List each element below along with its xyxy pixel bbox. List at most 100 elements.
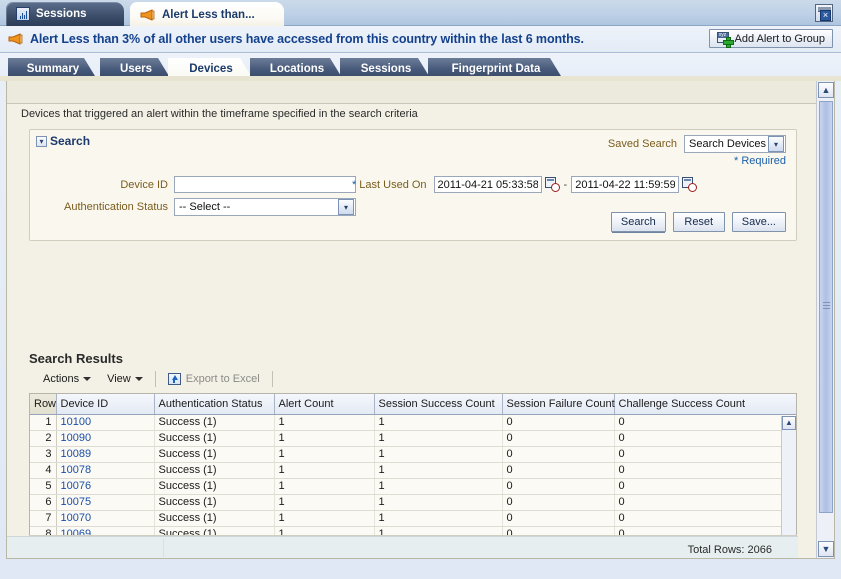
device-id-link[interactable]: 10090	[61, 432, 92, 444]
cell-auth-status: Success (1)	[154, 510, 274, 526]
table-row[interactable]: 310089Success (1)1100	[30, 446, 797, 462]
view-menu-label: View	[107, 373, 131, 385]
cell-row-number: 7	[30, 510, 56, 526]
column-header-session-failure[interactable]: Session Failure Count	[502, 394, 614, 414]
cell-alert-count: 1	[274, 494, 374, 510]
date-range-separator: -	[564, 179, 568, 191]
table-header-row: Row Device ID Authentication Status Aler…	[30, 394, 797, 414]
cell-row-number: 3	[30, 446, 56, 462]
cell-alert-count: 1	[274, 462, 374, 478]
search-button[interactable]: Search	[611, 212, 666, 232]
tab-label: Users	[120, 63, 152, 75]
column-header-auth-status[interactable]: Authentication Status	[154, 394, 274, 414]
cell-device-id[interactable]: 10089	[56, 446, 154, 462]
cell-device-id[interactable]: 10100	[56, 414, 154, 430]
table-row[interactable]: 610075Success (1)1100	[30, 494, 797, 510]
last-used-on-to-input[interactable]	[571, 176, 679, 193]
table-row[interactable]: 510076Success (1)1100	[30, 478, 797, 494]
table-row[interactable]: 210090Success (1)1100	[30, 430, 797, 446]
cell-session-success: 1	[374, 430, 502, 446]
device-id-label: Device ID	[30, 179, 168, 191]
authentication-status-dropdown[interactable]: -- Select -- ▾	[174, 198, 356, 216]
last-used-on-from-input[interactable]	[434, 176, 542, 193]
saved-search-value: Search Devices	[689, 138, 766, 150]
table-row[interactable]: 710070Success (1)1100	[30, 510, 797, 526]
cell-session-failure: 0	[502, 414, 614, 430]
divider	[7, 103, 816, 104]
cell-device-id[interactable]: 10078	[56, 462, 154, 478]
cell-device-id[interactable]: 10076	[56, 478, 154, 494]
device-id-input[interactable]	[174, 176, 356, 193]
alert-banner: Alert Less than 3% of all other users ha…	[0, 26, 841, 53]
chevron-down-icon[interactable]: ▾	[36, 136, 47, 147]
calendar-clock-icon[interactable]	[545, 177, 560, 192]
cell-auth-status: Success (1)	[154, 430, 274, 446]
cell-device-id[interactable]: 10075	[56, 494, 154, 510]
device-id-link[interactable]: 10070	[61, 512, 92, 524]
restore-window-icon[interactable]	[815, 4, 833, 22]
export-to-excel-label: Export to Excel	[186, 373, 260, 385]
search-panel-title: Search	[50, 134, 90, 148]
column-header-session-success[interactable]: Session Success Count	[374, 394, 502, 414]
cell-challenge-success: 0	[614, 478, 797, 494]
actions-menu-label: Actions	[43, 373, 79, 385]
save-button[interactable]: Save...	[732, 212, 786, 232]
actions-menu-button[interactable]: Actions	[35, 369, 99, 389]
cell-device-id[interactable]: 10070	[56, 510, 154, 526]
scroll-up-icon[interactable]: ▲	[782, 416, 796, 430]
last-used-on-field-row: * Last Used On -	[352, 176, 697, 193]
device-id-link[interactable]: 10075	[61, 496, 92, 508]
device-id-link[interactable]: 10078	[61, 464, 92, 476]
scroll-up-icon[interactable]: ▲	[818, 82, 834, 98]
tab-label: Locations	[270, 63, 324, 75]
cell-challenge-success: 0	[614, 510, 797, 526]
cell-session-failure: 0	[502, 446, 614, 462]
device-id-link[interactable]: 10076	[61, 480, 92, 492]
column-header-row[interactable]: Row	[30, 394, 56, 414]
cell-device-id[interactable]: 10090	[56, 430, 154, 446]
cell-session-failure: 0	[502, 478, 614, 494]
toolbar-divider	[155, 371, 156, 387]
results-table-container: Row Device ID Authentication Status Aler…	[29, 393, 797, 558]
table-row[interactable]: 410078Success (1)1100	[30, 462, 797, 478]
export-upload-icon	[168, 373, 182, 386]
column-header-challenge-success[interactable]: Challenge Success Count	[614, 394, 797, 414]
reset-button[interactable]: Reset	[673, 212, 725, 232]
application-window: Sessions Alert Less than... Alert Less t…	[0, 0, 841, 579]
column-header-alert-count[interactable]: Alert Count	[274, 394, 374, 414]
cell-auth-status: Success (1)	[154, 446, 274, 462]
results-toolbar: Actions View Export to Excel	[35, 369, 277, 389]
cell-session-success: 1	[374, 494, 502, 510]
tab-label: Summary	[27, 63, 79, 75]
scroll-down-icon[interactable]: ▼	[818, 541, 834, 557]
cell-alert-count: 1	[274, 478, 374, 494]
browser-tab-strip: Sessions Alert Less than...	[0, 0, 841, 26]
calendar-clock-icon[interactable]	[682, 177, 697, 192]
device-id-link[interactable]: 10100	[61, 416, 92, 428]
megaphone-icon	[140, 9, 156, 21]
content-vertical-scrollbar[interactable]: ▲ ▼	[816, 81, 834, 558]
tab-label: Devices	[189, 63, 232, 75]
device-id-field-row: Device ID	[30, 176, 360, 193]
cell-alert-count: 1	[274, 510, 374, 526]
export-to-excel-button[interactable]: Export to Excel	[160, 369, 268, 389]
table-row[interactable]: 110100Success (1)1100	[30, 414, 797, 430]
caret-down-icon	[83, 377, 91, 381]
vscroll-thumb[interactable]	[819, 101, 833, 513]
column-header-device-id[interactable]: Device ID	[56, 394, 154, 414]
add-alert-to-group-button[interactable]: Add Alert to Group	[709, 29, 834, 48]
browser-tab-alert[interactable]: Alert Less than...	[130, 2, 284, 26]
megaphone-icon	[8, 33, 24, 45]
saved-search-dropdown[interactable]: Search Devices ▾	[684, 135, 786, 153]
document-chart-icon	[16, 7, 30, 21]
cell-session-failure: 0	[502, 462, 614, 478]
content-pane: Devices that triggered an alert within t…	[6, 81, 835, 559]
device-id-link[interactable]: 10089	[61, 448, 92, 460]
cell-session-success: 1	[374, 414, 502, 430]
cell-session-success: 1	[374, 446, 502, 462]
browser-tab-sessions[interactable]: Sessions	[6, 2, 124, 26]
view-menu-button[interactable]: View	[99, 369, 151, 389]
required-note-text: * Required	[734, 155, 786, 167]
footer-band: Total Rows: 2066	[7, 536, 798, 558]
cell-challenge-success: 0	[614, 446, 797, 462]
